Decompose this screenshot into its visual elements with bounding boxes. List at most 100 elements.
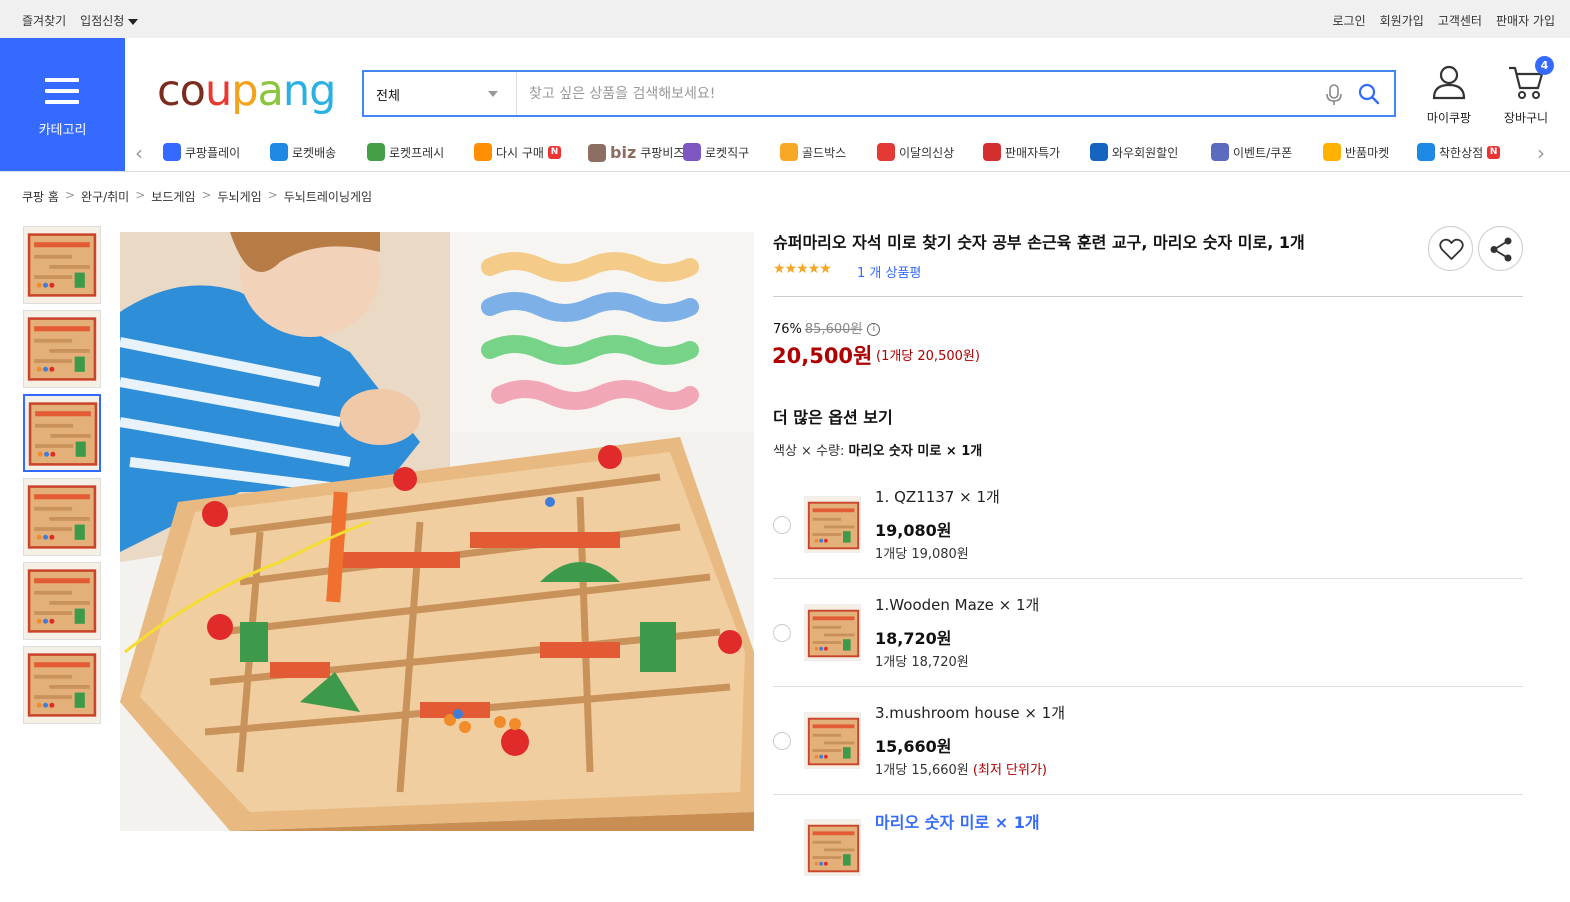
quick-menu-item[interactable]: 로켓배송 (270, 143, 336, 161)
quick-menu-icon (780, 143, 798, 161)
bookmark-link[interactable]: 즐겨찾기 (22, 12, 66, 29)
quick-menu-icon (367, 143, 385, 161)
cart-label: 장바구니 (1503, 111, 1549, 125)
quick-menu-label: 로켓배송 (292, 145, 337, 160)
quick-menu-bar: ‹ 쿠팡플레이 로켓배송 로켓프레시 다시 구매 N biz 쿠팡비즈 로켓직구 골드박스 이달의… (125, 137, 1570, 171)
search-category-value: 전체 (376, 89, 400, 104)
breadcrumb-item[interactable]: 쿠팡 홈 (22, 188, 59, 205)
quick-menu-item[interactable]: 쿠팡플레이 (163, 143, 240, 161)
option-thumbnail (804, 496, 861, 553)
microphone-icon[interactable] (1324, 84, 1344, 106)
option-row[interactable]: 1.Wooden Maze × 1개 18,720원 1개당 18,720원 (773, 580, 1523, 687)
category-menu-button[interactable]: 카테고리 (0, 38, 125, 172)
user-icon (1432, 65, 1466, 100)
quick-menu-label: 착한상점 (1439, 145, 1484, 160)
quick-menu-icon (588, 143, 606, 162)
quick-menu-label: 이달의신상 (899, 145, 955, 160)
support-link[interactable]: 고객센터 (1438, 12, 1482, 29)
option-thumbnail (804, 712, 861, 769)
quick-menu-item[interactable]: 다시 구매 N (474, 143, 561, 161)
option-name: 마리오 숫자 미로 × 1개 (875, 813, 1040, 832)
quick-menu-label: 반품마켓 (1345, 145, 1390, 160)
sale-price: 20,500원 (772, 344, 873, 368)
quick-menu-item[interactable]: 이달의신상 (877, 143, 954, 161)
chevron-left-icon[interactable]: ‹ (135, 141, 143, 165)
breadcrumb-item[interactable]: 두뇌트레이닝게임 (284, 188, 372, 205)
breadcrumb-item[interactable]: 완구/취미 (81, 188, 129, 205)
quick-menu-icon (983, 143, 1001, 161)
quick-menu-label: 쿠팡비즈 (640, 146, 685, 160)
share-button[interactable] (1478, 226, 1523, 271)
quick-menu-item[interactable]: 반품마켓 (1323, 143, 1389, 161)
chevron-right-icon: > (64, 188, 75, 202)
quick-menu-item[interactable]: 판매자특가 (983, 143, 1060, 161)
search-icon[interactable] (1358, 83, 1380, 105)
option-selection-value: 마리오 숫자 미로 × 1개 (848, 444, 983, 459)
mycoupang-button[interactable]: 마이쿠팡 (1420, 64, 1478, 126)
thumbnail-list (23, 226, 103, 730)
quick-menu-item[interactable]: 로켓직구 (683, 143, 749, 161)
quick-menu-icon (474, 143, 492, 161)
product-main-image[interactable] (120, 232, 754, 831)
option-radio[interactable] (773, 624, 791, 642)
quick-menu-label: 로켓프레시 (389, 145, 445, 160)
seller-apply-dropdown[interactable]: 입점신청 (80, 12, 139, 29)
option-row[interactable]: 마리오 숫자 미로 × 1개 (773, 795, 1523, 902)
seller-join-link[interactable]: 판매자 가입 (1496, 12, 1555, 29)
quick-menu-icon (163, 143, 181, 161)
product-thumbnail[interactable] (23, 394, 101, 472)
option-row[interactable]: 1. QZ1137 × 1개 19,080원 1개당 19,080원 (773, 472, 1523, 579)
hamburger-icon (45, 78, 79, 111)
product-thumbnail[interactable] (23, 478, 101, 556)
option-unit-price: 1개당 19,080원 (875, 547, 969, 562)
breadcrumb-item[interactable]: 보드게임 (151, 188, 195, 205)
wishlist-button[interactable] (1428, 226, 1473, 271)
quick-menu-item[interactable]: 와우회원할인 (1090, 143, 1178, 161)
product-thumbnail[interactable] (23, 310, 101, 388)
product-title: 슈퍼마리오 자석 미로 찾기 숫자 공부 손근육 훈련 교구, 마리오 숫자 미… (773, 233, 1305, 252)
quick-menu-item[interactable]: 착한상점 N (1417, 143, 1501, 161)
quick-menu-prefix: biz (610, 143, 637, 162)
option-unit-price: 1개당 18,720원 (875, 655, 969, 670)
seller-apply-label: 입점신청 (80, 14, 125, 28)
category-label: 카테고리 (38, 123, 87, 138)
product-thumbnail[interactable] (23, 646, 101, 724)
option-selection-label: 색상 × 수량: (773, 444, 845, 459)
option-name: 1.Wooden Maze × 1개 (875, 596, 1040, 614)
quick-menu-item[interactable]: 이벤트/쿠폰 (1211, 143, 1292, 161)
quick-menu-icon (877, 143, 895, 161)
option-name: 3.mushroom house × 1개 (875, 704, 1066, 722)
original-price: 85,600원 (804, 322, 863, 337)
info-icon[interactable]: i (867, 323, 881, 336)
product-thumbnail[interactable] (23, 562, 101, 640)
search-category-select[interactable]: 전체 (364, 72, 517, 115)
quick-menu-label: 와우회원할인 (1112, 145, 1179, 160)
login-link[interactable]: 로그인 (1333, 12, 1366, 29)
top-utility-bar: 즐겨찾기 입점신청 로그인 회원가입 고객센터 판매자 가입 (0, 0, 1570, 38)
chevron-right-icon: > (135, 188, 146, 202)
lowest-unit-note: (최저 단위가) (972, 763, 1047, 778)
signup-link[interactable]: 회원가입 (1380, 12, 1424, 29)
option-price: 15,660원 (875, 737, 952, 756)
option-radio[interactable] (773, 732, 791, 750)
mycoupang-label: 마이쿠팡 (1426, 111, 1472, 125)
quick-menu-item[interactable]: 로켓프레시 (367, 143, 444, 161)
quick-menu-label: 이벤트/쿠폰 (1233, 145, 1293, 160)
quick-menu-icon (683, 143, 701, 161)
review-count-link[interactable]: 1 개 상품평 (857, 262, 921, 281)
product-photo (120, 232, 754, 831)
quick-menu-item[interactable]: biz 쿠팡비즈 (588, 143, 684, 162)
breadcrumb: 쿠팡 홈 > 완구/취미 > 보드게임 > 두뇌게임 > 두뇌트레이닝게임 (22, 188, 372, 205)
product-thumbnail[interactable] (23, 226, 101, 304)
quick-menu-label: 쿠팡플레이 (185, 145, 241, 160)
breadcrumb-item[interactable]: 두뇌게임 (218, 188, 262, 205)
coupang-logo[interactable]: coupang (157, 66, 336, 116)
option-radio[interactable] (773, 516, 791, 534)
share-icon (1490, 237, 1512, 262)
option-row[interactable]: 3.mushroom house × 1개 15,660원 1개당 15,660원 … (773, 688, 1523, 795)
new-badge: N (547, 145, 561, 159)
search-input[interactable] (519, 72, 1299, 115)
quick-menu-item[interactable]: 골드박스 (780, 143, 846, 161)
chevron-right-icon[interactable]: › (1537, 141, 1545, 165)
caret-down-icon (488, 91, 498, 97)
